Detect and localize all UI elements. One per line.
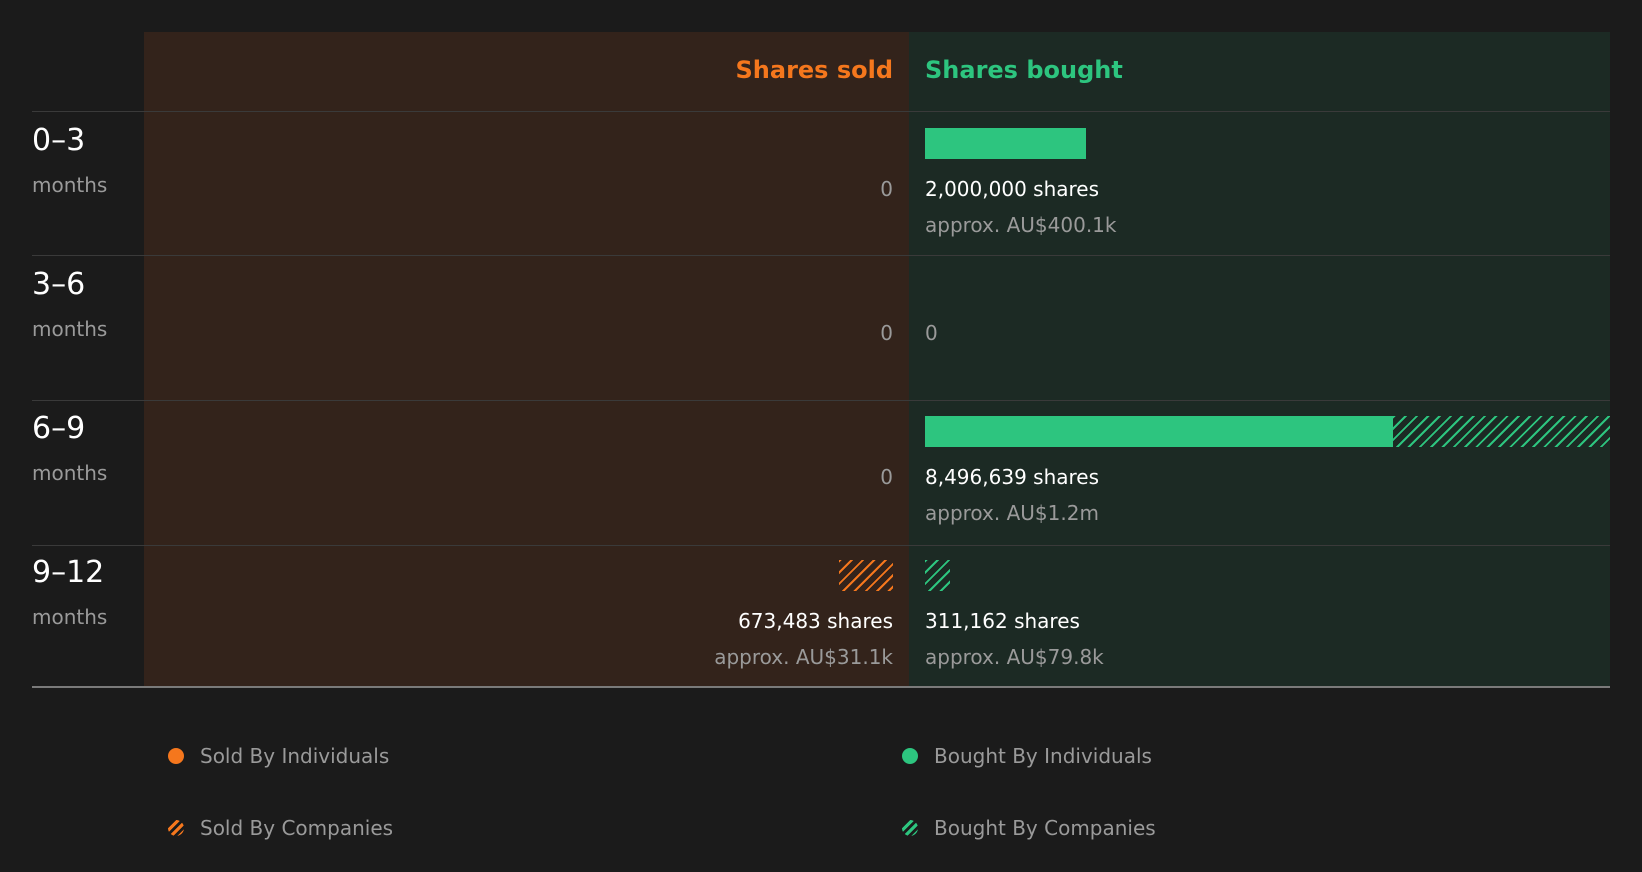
row-divider bbox=[32, 111, 1610, 112]
row-divider bbox=[32, 545, 1610, 546]
bought-value: 0 bbox=[925, 321, 938, 345]
legend-label: Sold By Individuals bbox=[200, 744, 390, 768]
bought-approx-value: approx. AU$79.8k bbox=[925, 645, 1104, 669]
bar-bought-individuals bbox=[925, 128, 1087, 159]
legend-sold-companies[interactable]: Sold By Companies bbox=[168, 815, 393, 841]
legend-bought-individuals[interactable]: Bought By Individuals bbox=[902, 743, 1152, 769]
bought-approx-value: approx. AU$1.2m bbox=[925, 501, 1099, 525]
row-divider bbox=[32, 400, 1610, 401]
sold-value: 0 bbox=[880, 321, 893, 345]
period-label: 3–6 bbox=[32, 267, 86, 302]
period-unit: months bbox=[32, 605, 108, 629]
chart-baseline bbox=[32, 686, 1610, 688]
sold-value: 0 bbox=[880, 177, 893, 201]
bar-bought-companies bbox=[925, 560, 951, 591]
legend-label: Bought By Companies bbox=[934, 816, 1156, 840]
bought-shares: 311,162 shares bbox=[925, 609, 1080, 633]
legend-bought-companies[interactable]: Bought By Companies bbox=[902, 815, 1156, 841]
orange-hatched-dot-icon bbox=[168, 820, 184, 836]
green-hatched-dot-icon bbox=[902, 820, 918, 836]
period-label: 9–12 bbox=[32, 555, 105, 590]
legend-label: Bought By Individuals bbox=[934, 744, 1152, 768]
sold-shares: 673,483 shares bbox=[738, 609, 893, 633]
period-label: 0–3 bbox=[32, 123, 86, 158]
period-unit: months bbox=[32, 173, 108, 197]
legend-label: Sold By Companies bbox=[200, 816, 394, 840]
shares-sold-panel bbox=[144, 32, 909, 687]
shares-sold-header: Shares sold bbox=[735, 56, 894, 84]
bought-shares: 8,496,639 shares bbox=[925, 465, 1100, 489]
green-dot-icon bbox=[902, 748, 918, 764]
shares-bought-header: Shares bought bbox=[925, 56, 1123, 84]
bar-bought-companies bbox=[1392, 416, 1610, 447]
legend-sold-individuals[interactable]: Sold By Individuals bbox=[168, 743, 389, 769]
bar-sold-companies bbox=[838, 560, 893, 591]
period-unit: months bbox=[32, 461, 108, 485]
bar-bought-individuals bbox=[925, 416, 1393, 447]
sold-value: 0 bbox=[880, 465, 893, 489]
orange-dot-icon bbox=[168, 748, 184, 764]
insider-trading-chart: Shares sold Shares bought 0–3 months 0 2… bbox=[0, 0, 1642, 872]
row-divider bbox=[32, 255, 1610, 256]
bought-shares: 2,000,000 shares bbox=[925, 177, 1100, 201]
bought-approx-value: approx. AU$400.1k bbox=[925, 213, 1117, 237]
period-unit: months bbox=[32, 317, 108, 341]
sold-approx-value: approx. AU$31.1k bbox=[714, 645, 893, 669]
period-label: 6–9 bbox=[32, 411, 86, 446]
